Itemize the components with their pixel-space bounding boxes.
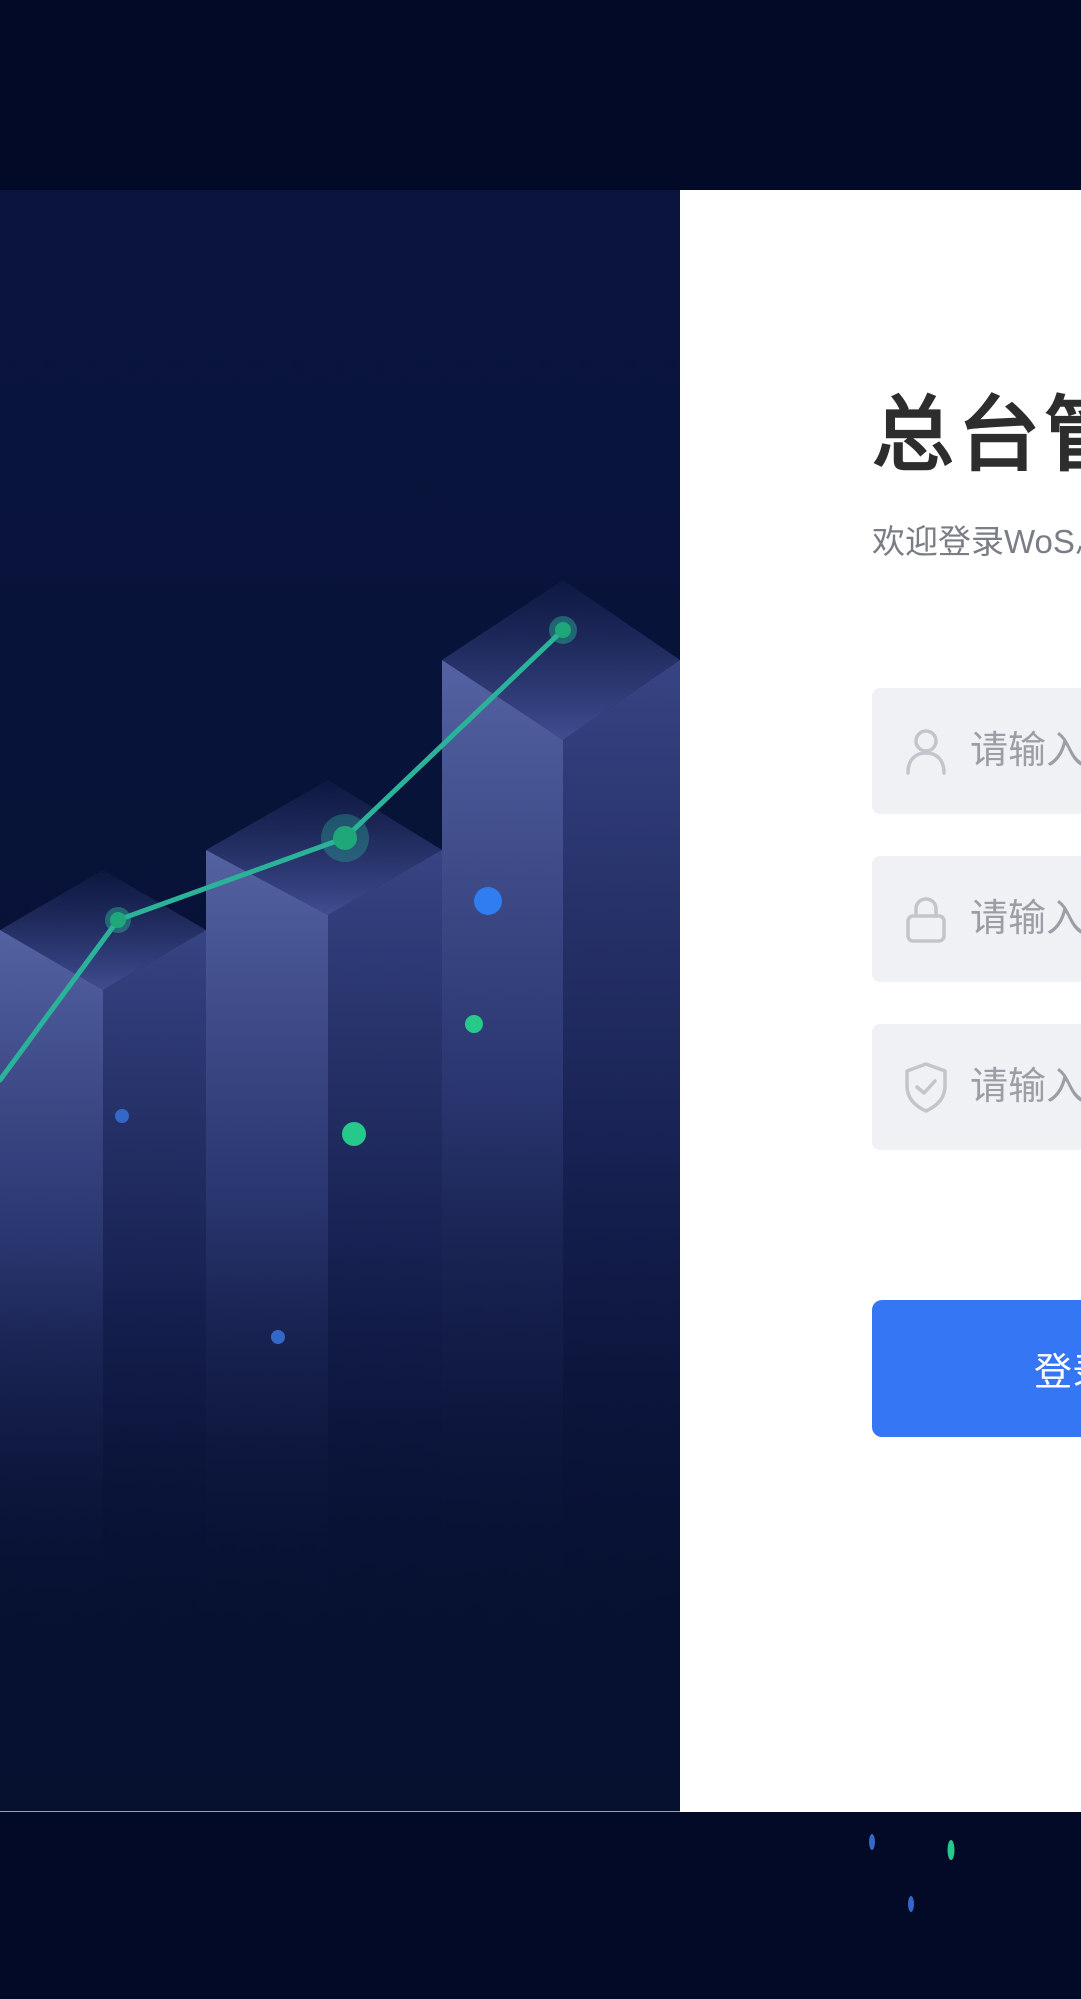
particle-dot xyxy=(947,1840,955,1860)
chart-column-3 xyxy=(442,580,680,1640)
captcha-input[interactable] xyxy=(970,1065,1081,1109)
growth-chart-illustration xyxy=(0,580,680,1640)
login-button[interactable]: 登录 xyxy=(872,1300,1081,1437)
hero-illustration xyxy=(0,190,680,1812)
lock-icon xyxy=(902,895,950,943)
particle-dot xyxy=(115,1109,129,1123)
particle-dot xyxy=(474,887,502,915)
particle-dot xyxy=(465,1015,483,1033)
shield-check-icon xyxy=(902,1062,950,1113)
login-form-panel: 总台管理系统 欢迎登录WoS总台管理系统 xyxy=(680,190,1081,1812)
user-icon xyxy=(902,727,950,775)
password-field[interactable] xyxy=(872,856,1081,982)
trend-point xyxy=(110,912,126,928)
username-field[interactable] xyxy=(872,688,1081,814)
particle-dot xyxy=(271,1330,285,1344)
username-input[interactable] xyxy=(970,729,1081,773)
footer-particles xyxy=(869,1834,955,1912)
welcome-subtitle: 欢迎登录WoS总台管理系统 xyxy=(872,523,1081,560)
login-card: 总台管理系统 欢迎登录WoS总台管理系统 xyxy=(0,190,1081,1812)
password-input[interactable] xyxy=(970,897,1081,941)
login-page: 总台管理系统 欢迎登录WoS总台管理系统 xyxy=(0,0,1081,1999)
particle-dot xyxy=(908,1896,914,1912)
captcha-field[interactable] xyxy=(872,1024,1081,1150)
trend-point xyxy=(555,622,571,638)
page-title: 总台管理系统 xyxy=(872,388,1081,483)
particle-dot xyxy=(342,1122,366,1146)
particle-dot xyxy=(869,1834,875,1850)
trend-point xyxy=(333,826,357,850)
chart-column-2 xyxy=(206,780,442,1640)
chart-column-1 xyxy=(0,870,206,1640)
